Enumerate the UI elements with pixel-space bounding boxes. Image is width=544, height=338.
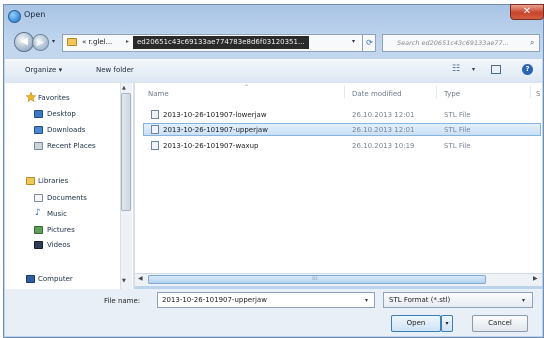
- address-dropdown-icon[interactable]: ▾: [352, 38, 355, 45]
- file-date: 26.10.2013 10:19: [352, 142, 415, 150]
- favorites-star-icon: [26, 92, 36, 102]
- search-input[interactable]: Search ed20651c43c69133ae77...: [382, 34, 540, 52]
- file-date: 26.10.2013 12:01: [352, 111, 415, 119]
- stl-file-icon: [151, 110, 159, 119]
- open-button[interactable]: Open: [391, 315, 441, 332]
- preview-pane-icon[interactable]: [491, 65, 501, 74]
- new-folder-button[interactable]: New folder: [96, 66, 134, 74]
- file-type: STL File: [444, 142, 471, 150]
- sidebar-item-pictures[interactable]: Pictures: [47, 226, 75, 234]
- file-type: STL File: [444, 111, 471, 119]
- app-icon: [8, 10, 21, 23]
- column-divider[interactable]: [344, 86, 345, 98]
- sidebar-item-desktop[interactable]: Desktop: [47, 110, 76, 118]
- title-bar[interactable]: [3, 4, 544, 26]
- organize-button[interactable]: Organize ▾: [25, 66, 62, 74]
- documents-icon: [34, 194, 43, 202]
- column-header-name[interactable]: Name: [148, 90, 169, 98]
- column-header-type[interactable]: Type: [444, 90, 460, 98]
- stl-file-icon: [151, 125, 159, 134]
- views-dropdown-icon[interactable]: ▾: [472, 66, 475, 73]
- file-type-select[interactable]: STL Format (*.stl): [383, 292, 533, 308]
- sidebar-libraries-header[interactable]: Libraries: [38, 177, 68, 185]
- open-options-dropdown-icon[interactable]: ▾: [441, 315, 453, 332]
- file-name-label: File name:: [104, 297, 141, 305]
- breadcrumb-current-folder[interactable]: ed20651c43c69133ae774783e8d6f03120351...: [133, 36, 309, 49]
- recent-locations-dropdown[interactable]: ▾: [52, 38, 55, 45]
- file-name[interactable]: 2013-10-26-101907-waxup: [163, 142, 259, 150]
- file-name-dropdown-icon[interactable]: ▾: [365, 297, 368, 304]
- pictures-icon: [34, 226, 43, 234]
- scroll-grip-icon: ⁞⁞⁞: [312, 275, 318, 282]
- recent-places-icon: [34, 142, 43, 150]
- column-header-size[interactable]: S: [536, 90, 540, 98]
- sidebar-favorites-header[interactable]: Favorites: [38, 94, 70, 102]
- sidebar-item-recent-places[interactable]: Recent Places: [47, 142, 96, 150]
- downloads-icon: [34, 126, 43, 134]
- sidebar-item-music[interactable]: Music: [47, 210, 67, 218]
- sidebar-item-documents[interactable]: Documents: [47, 194, 87, 202]
- forward-button[interactable]: ▶: [32, 34, 49, 51]
- column-divider[interactable]: [530, 86, 531, 98]
- computer-icon: [26, 275, 35, 283]
- scroll-down-icon[interactable]: ▼: [122, 278, 126, 284]
- cancel-button[interactable]: Cancel: [472, 315, 528, 332]
- close-button[interactable]: ✕: [510, 4, 544, 20]
- column-header-date[interactable]: Date modified: [352, 90, 402, 98]
- refresh-button[interactable]: ⟳: [362, 34, 376, 52]
- search-icon[interactable]: ⌕: [530, 38, 534, 48]
- file-date: 26.10.2013 12:01: [352, 126, 415, 134]
- scroll-up-icon[interactable]: ▲: [122, 85, 126, 91]
- window-title: Open: [24, 10, 46, 19]
- file-name-input[interactable]: 2013-10-26-101907-upperjaw: [157, 292, 375, 308]
- back-button[interactable]: ◀: [14, 32, 34, 52]
- file-type: STL File: [444, 126, 471, 134]
- sidebar-scroll-thumb[interactable]: [121, 93, 131, 211]
- column-divider[interactable]: [436, 86, 437, 98]
- stl-file-icon: [151, 141, 159, 150]
- sidebar-computer-header[interactable]: Computer: [38, 275, 73, 283]
- breadcrumb-separator-icon[interactable]: ▸: [126, 38, 129, 45]
- sidebar-item-downloads[interactable]: Downloads: [47, 126, 85, 134]
- music-icon: ♪: [35, 208, 41, 218]
- file-type-dropdown-icon[interactable]: ▾: [522, 297, 525, 304]
- sidebar-item-videos[interactable]: Videos: [47, 241, 70, 249]
- sort-indicator-icon: ⌃: [244, 84, 250, 91]
- folder-icon: [67, 38, 77, 46]
- views-icon[interactable]: ☷: [452, 64, 460, 74]
- scroll-left-icon[interactable]: ◀: [138, 275, 143, 282]
- file-name[interactable]: 2013-10-26-101907-lowerjaw: [163, 111, 267, 119]
- libraries-icon: [26, 177, 35, 185]
- videos-icon: [34, 241, 43, 249]
- help-icon[interactable]: ?: [522, 64, 533, 75]
- breadcrumb-segment[interactable]: « r.glel...: [82, 38, 112, 46]
- scroll-right-icon[interactable]: ▶: [533, 275, 538, 282]
- file-name[interactable]: 2013-10-26-101907-upperjaw: [163, 126, 268, 134]
- command-toolbar: [5, 58, 542, 84]
- desktop-icon: [34, 110, 43, 118]
